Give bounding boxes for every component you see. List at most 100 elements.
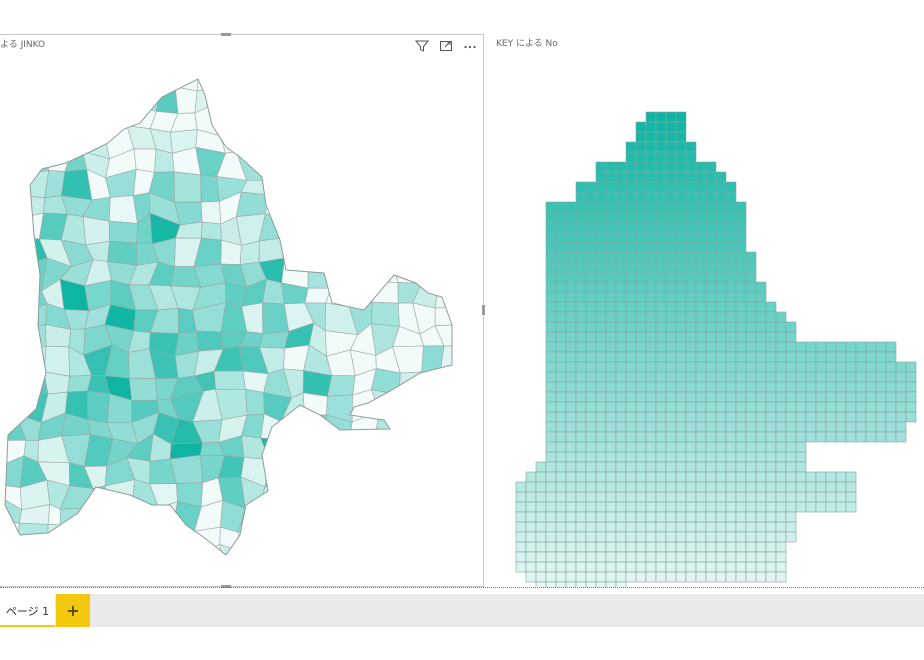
grid-cell[interactable] <box>706 172 716 182</box>
grid-cell[interactable] <box>586 512 596 522</box>
map-region[interactable] <box>285 217 311 243</box>
grid-cell[interactable] <box>656 562 666 572</box>
grid-cell[interactable] <box>766 502 776 512</box>
grid-cell[interactable] <box>596 302 606 312</box>
grid-cell[interactable] <box>636 132 646 142</box>
grid-cell[interactable] <box>726 452 736 462</box>
map-region[interactable] <box>459 371 484 393</box>
grid-cell[interactable] <box>586 442 596 452</box>
grid-cell[interactable] <box>776 532 786 542</box>
grid-cell[interactable] <box>836 502 846 512</box>
grid-cell[interactable] <box>686 142 696 152</box>
grid-cell[interactable] <box>626 502 636 512</box>
grid-cell[interactable] <box>646 472 656 482</box>
grid-cell[interactable] <box>646 232 656 242</box>
grid-cell[interactable] <box>656 492 666 502</box>
grid-cell[interactable] <box>666 122 676 132</box>
grid-cell[interactable] <box>626 402 636 412</box>
grid-cell[interactable] <box>636 362 646 372</box>
grid-cell[interactable] <box>626 172 636 182</box>
grid-cell[interactable] <box>876 422 886 432</box>
grid-cell[interactable] <box>616 392 626 402</box>
grid-cell[interactable] <box>786 352 796 362</box>
grid-cell[interactable] <box>616 432 626 442</box>
grid-cell[interactable] <box>906 372 916 382</box>
grid-cell[interactable] <box>766 412 776 422</box>
grid-cell[interactable] <box>556 402 566 412</box>
grid-cell[interactable] <box>676 452 686 462</box>
grid-cell[interactable] <box>716 372 726 382</box>
map-region[interactable] <box>127 523 153 548</box>
grid-cell[interactable] <box>516 562 526 572</box>
grid-cell[interactable] <box>756 552 766 562</box>
grid-cell[interactable] <box>566 262 576 272</box>
grid-cell[interactable] <box>606 172 616 182</box>
grid-cell[interactable] <box>616 332 626 342</box>
grid-cell[interactable] <box>806 382 816 392</box>
grid-cell[interactable] <box>626 422 636 432</box>
map-region[interactable] <box>391 193 417 217</box>
grid-cell[interactable] <box>756 412 766 422</box>
grid-cell[interactable] <box>756 502 766 512</box>
grid-cell[interactable] <box>796 392 806 402</box>
grid-cell[interactable] <box>656 232 666 242</box>
map-region[interactable] <box>175 61 198 91</box>
grid-cell[interactable] <box>596 262 606 272</box>
grid-cell[interactable] <box>856 372 866 382</box>
grid-cell[interactable] <box>566 272 576 282</box>
grid-cell[interactable] <box>756 532 766 542</box>
grid-cell[interactable] <box>676 532 686 542</box>
map-region[interactable] <box>216 60 247 87</box>
map-region[interactable] <box>239 64 267 84</box>
map-region[interactable] <box>0 265 21 281</box>
map-region[interactable] <box>4 329 22 355</box>
grid-cell[interactable] <box>736 382 746 392</box>
grid-cell[interactable] <box>656 352 666 362</box>
grid-cell[interactable] <box>746 432 756 442</box>
grid-cell[interactable] <box>566 402 576 412</box>
grid-cell[interactable] <box>576 232 586 242</box>
grid-cell[interactable] <box>546 422 556 432</box>
grid-cell[interactable] <box>776 552 786 562</box>
grid-cell[interactable] <box>896 392 906 402</box>
grid-cell[interactable] <box>686 402 696 412</box>
grid-cell[interactable] <box>626 372 636 382</box>
map-region[interactable] <box>460 568 480 588</box>
grid-cell[interactable] <box>796 412 806 422</box>
map-region[interactable] <box>437 439 459 464</box>
grid-cell[interactable] <box>686 282 696 292</box>
map-region[interactable] <box>113 543 134 574</box>
grid-cell[interactable] <box>656 522 666 532</box>
grid-cell[interactable] <box>776 482 786 492</box>
grid-cell[interactable] <box>806 352 816 362</box>
grid-cell[interactable] <box>516 502 526 512</box>
grid-cell[interactable] <box>666 402 676 412</box>
grid-cell[interactable] <box>626 272 636 282</box>
grid-cell[interactable] <box>746 362 756 372</box>
grid-cell[interactable] <box>666 282 676 292</box>
grid-cell[interactable] <box>736 242 746 252</box>
grid-cell[interactable] <box>896 422 906 432</box>
grid-cell[interactable] <box>566 472 576 482</box>
map-region[interactable] <box>265 459 291 486</box>
grid-cell[interactable] <box>766 462 776 472</box>
grid-cell[interactable] <box>576 342 586 352</box>
grid-cell[interactable] <box>706 282 716 292</box>
grid-cell[interactable] <box>826 382 836 392</box>
grid-cell[interactable] <box>656 402 666 412</box>
grid-cell[interactable] <box>666 202 676 212</box>
grid-cell[interactable] <box>756 572 766 582</box>
grid-cell[interactable] <box>726 192 736 202</box>
grid-cell[interactable] <box>606 492 616 502</box>
grid-cell[interactable] <box>776 332 786 342</box>
grid-cell[interactable] <box>896 432 906 442</box>
grid-cell[interactable] <box>616 292 626 302</box>
grid-cell[interactable] <box>736 452 746 462</box>
grid-cell[interactable] <box>576 322 586 332</box>
grid-cell[interactable] <box>666 222 676 232</box>
grid-cell[interactable] <box>636 152 646 162</box>
grid-cell[interactable] <box>636 232 646 242</box>
grid-cell[interactable] <box>716 422 726 432</box>
grid-cell[interactable] <box>676 242 686 252</box>
grid-cell[interactable] <box>786 332 796 342</box>
